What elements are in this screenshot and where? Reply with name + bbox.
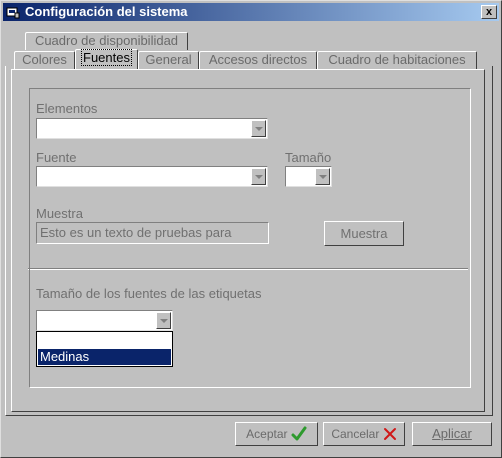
fonts-groupbox [29, 88, 471, 388]
tab-label: Colores [22, 52, 67, 67]
accept-label: Aceptar [246, 427, 288, 441]
window-title: Configuración del sistema [25, 4, 188, 19]
tab-panel-fuentes [11, 69, 485, 412]
green-check-icon [291, 426, 307, 441]
cancel-label: Cancelar [331, 427, 380, 441]
title-bar[interactable]: Configuración del sistema x [3, 3, 499, 21]
cancel-button[interactable]: Cancelar [323, 422, 405, 446]
tab-label: Cuadro de habitaciones [328, 52, 466, 67]
app-icon [6, 7, 20, 19]
apply-label: Aplicar [432, 426, 472, 441]
tab-fuentes[interactable]: Fuentes [75, 49, 138, 69]
red-x-icon [383, 428, 396, 440]
tab-label: Accesos directos [208, 52, 308, 67]
accept-button[interactable]: Aceptar [235, 422, 318, 446]
close-button[interactable]: x [481, 5, 497, 19]
tab-cuadro-disponibilidad[interactable]: Cuadro de disponibilidad [25, 32, 188, 50]
close-icon: x [485, 6, 493, 18]
tab-label: General [145, 52, 192, 67]
tab-label: Fuentes [81, 49, 132, 66]
apply-button[interactable]: Aplicar [412, 422, 492, 446]
tab-label: Cuadro de disponibilidad [34, 33, 179, 48]
settings-window: Configuración del sistema x Cuadro de di… [0, 0, 502, 458]
